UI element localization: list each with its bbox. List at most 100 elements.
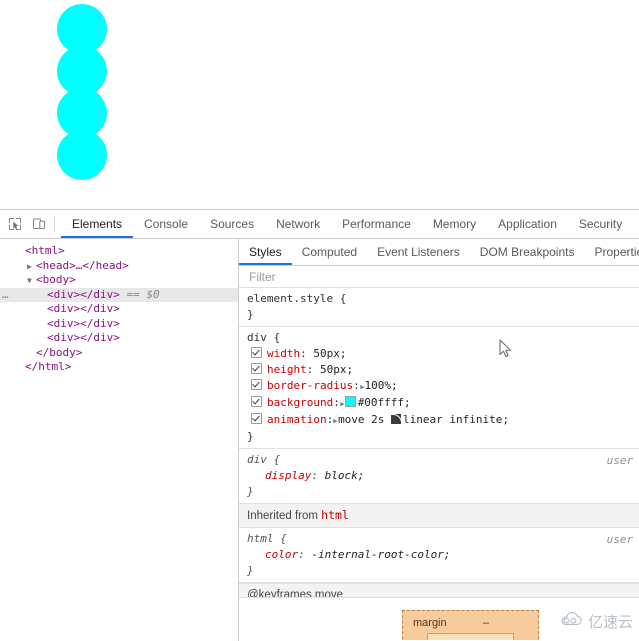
css-property-name[interactable]: width — [267, 347, 300, 360]
css-shorthand-expand-icon[interactable]: ▶ — [360, 380, 364, 394]
styles-tab-list: Styles Computed Event Listeners DOM Brea… — [239, 239, 639, 266]
dom-tree-panel[interactable]: <html> ▶ <head>…</head> ▼ <body>… <div></div>… — [0, 239, 238, 641]
css-color-swatch-icon[interactable] — [344, 396, 356, 407]
tab-network-label: Network — [276, 217, 321, 231]
tab-styles[interactable]: Styles — [239, 239, 292, 265]
dom-node-row[interactable]: ▶ <head>…</head> — [0, 259, 238, 274]
tab-performance[interactable]: Performance — [331, 210, 422, 238]
tab-performance-label: Performance — [342, 217, 411, 231]
css-space — [318, 469, 325, 482]
devtools-body: <html> ▶ <head>…</head> ▼ <body>… <div></div>… — [0, 239, 639, 641]
css-bezier-curve-icon[interactable] — [391, 414, 402, 424]
dom-node-row[interactable]: <div></div> — [0, 331, 238, 346]
css-property-name[interactable]: display — [265, 469, 311, 482]
css-declaration[interactable]: display: block; — [247, 468, 633, 484]
css-property-name[interactable]: color — [265, 548, 298, 561]
dom-node-row[interactable]: … <div></div> == $0 — [0, 287, 238, 303]
css-property-name[interactable]: animation — [267, 413, 327, 426]
css-declaration[interactable]: border-radius: ▶ 100%; — [247, 378, 633, 395]
css-selector[interactable]: element.style { — [247, 291, 633, 307]
css-rule-close-brace: } — [247, 308, 254, 321]
css-declaration-checkbox[interactable] — [251, 363, 262, 374]
tab-network[interactable]: Network — [265, 210, 331, 238]
box-model-margin-label: margin — [413, 617, 447, 629]
inherited-from-source[interactable]: html — [321, 508, 349, 522]
tab-computed[interactable]: Computed — [292, 239, 367, 265]
tab-memory[interactable]: Memory — [422, 210, 487, 238]
css-rule-block[interactable]: element.style {} — [239, 288, 639, 327]
tab-sources[interactable]: Sources — [199, 210, 265, 238]
inspect-element-icon[interactable] — [6, 215, 24, 233]
tab-console[interactable]: Console — [133, 210, 199, 238]
css-shorthand-expand-icon[interactable]: ▶ — [340, 397, 344, 411]
dom-node-row[interactable]: <div></div> — [0, 317, 238, 332]
css-declaration-checkbox[interactable] — [251, 396, 262, 407]
box-model-margin-value[interactable]: – — [483, 617, 489, 629]
tab-audits[interactable]: Audits — [633, 210, 639, 238]
tab-application[interactable]: Application — [487, 210, 568, 238]
dom-node-row[interactable]: <html> — [0, 244, 238, 259]
inherited-from-prefix: Inherited from — [247, 510, 322, 522]
device-toolbar-icon[interactable] — [30, 215, 48, 233]
css-property-name[interactable]: height — [267, 363, 307, 376]
toolbar-divider — [54, 216, 55, 232]
css-declaration-checkbox[interactable] — [251, 413, 262, 424]
css-property-value-prefix[interactable]: move 2s — [338, 413, 391, 426]
dom-node-text: </html> — [25, 360, 72, 373]
styles-sidebar: Styles Computed Event Listeners DOM Brea… — [239, 239, 639, 641]
css-colon: : — [298, 548, 305, 561]
dom-node-row[interactable]: </body> — [0, 346, 238, 361]
inherited-from-header: Inherited from html — [239, 504, 639, 528]
dom-selected-marker: == $0 — [119, 287, 160, 301]
css-property-value[interactable]: 50px; — [320, 363, 353, 376]
css-property-value[interactable]: 100%; — [365, 379, 398, 392]
css-rule-block[interactable]: user agdiv {display: block;} — [239, 449, 639, 504]
tab-console-label: Console — [144, 217, 189, 231]
dom-node-row[interactable]: ▼ <body> — [0, 273, 238, 288]
dom-disclosure-triangle-icon[interactable]: ▼ — [27, 274, 36, 289]
devtools-window: Elements Console Sources Network Perform… — [0, 209, 639, 641]
tab-event-listeners[interactable]: Event Listeners — [367, 239, 470, 265]
css-declaration-checkbox[interactable] — [251, 379, 262, 390]
css-property-value[interactable]: -internal-root-color; — [311, 548, 450, 561]
box-model-margin-box[interactable]: margin – — [402, 610, 539, 640]
css-selector[interactable]: div { — [247, 330, 633, 346]
css-property-name[interactable]: border-radius — [267, 379, 353, 392]
css-shorthand-expand-icon[interactable]: ▶ — [333, 414, 337, 428]
tab-elements[interactable]: Elements — [61, 210, 134, 238]
watermark: 亿速云 — [558, 611, 633, 632]
css-declaration[interactable]: animation: ▶ move 2s linear infinite; — [247, 412, 633, 429]
css-rule-close-brace: } — [247, 485, 254, 498]
css-rule-block-inherited[interactable]: user aghtml {color: -internal-root-color… — [239, 528, 639, 583]
css-rules-list[interactable]: element.style {} div {width: 50px; height:… — [239, 288, 639, 641]
styles-filter-input[interactable] — [247, 268, 631, 285]
dom-disclosure-triangle-icon[interactable]: ▶ — [27, 260, 36, 275]
tab-properties[interactable]: Properties — [584, 239, 639, 265]
css-colon: : — [300, 347, 307, 360]
css-declaration[interactable]: background: ▶ #00ffff; — [247, 395, 633, 412]
css-property-value[interactable]: #00ffff; — [358, 396, 411, 409]
css-property-name[interactable]: background — [267, 396, 333, 409]
css-declaration[interactable]: color: -internal-root-color; — [247, 547, 633, 563]
dom-node-badge-icon[interactable]: … — [2, 288, 10, 303]
css-property-value[interactable]: 50px; — [313, 347, 346, 360]
css-selector[interactable]: div { — [247, 452, 633, 468]
css-declaration[interactable]: height: 50px; — [247, 362, 633, 378]
tab-application-label: Application — [498, 217, 557, 231]
css-rule-block[interactable]: div {width: 50px; height: 50px; border-rad… — [239, 327, 639, 449]
tab-security[interactable]: Security — [568, 210, 633, 238]
tab-dom-breakpoints-label: DOM Breakpoints — [479, 245, 575, 259]
css-property-value[interactable]: linear infinite; — [403, 413, 509, 426]
css-property-value[interactable]: block; — [325, 469, 365, 482]
dom-node-row[interactable]: </html> — [0, 360, 238, 375]
ball-4 — [57, 130, 107, 180]
css-declaration-checkbox[interactable] — [251, 347, 262, 358]
css-selector[interactable]: html { — [247, 531, 633, 547]
tab-dom-breakpoints[interactable]: DOM Breakpoints — [470, 239, 585, 265]
css-declaration[interactable]: width: 50px; — [247, 346, 633, 362]
tab-computed-label: Computed — [301, 245, 358, 259]
dom-node-text: <div></div> — [47, 302, 120, 315]
dom-node-row[interactable]: <div></div> — [0, 302, 238, 317]
dom-node-text: </body> — [36, 345, 83, 359]
tab-sources-label: Sources — [210, 217, 255, 231]
